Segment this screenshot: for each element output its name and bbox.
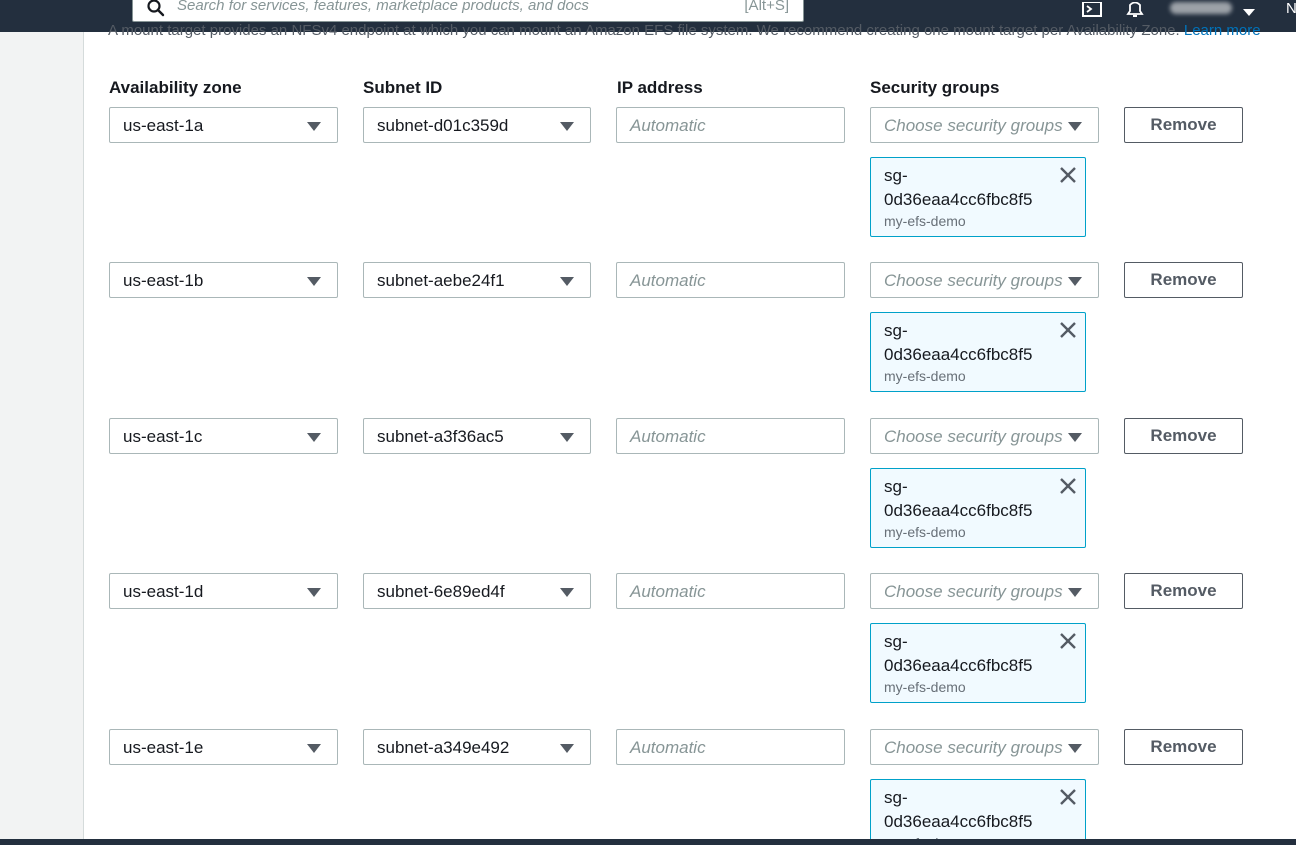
subnet-id-select[interactable]: subnet-6e89ed4f	[363, 573, 591, 609]
ip-address-placeholder: Automatic	[630, 116, 706, 135]
security-groups-select[interactable]: Choose security groups	[870, 418, 1099, 454]
ip-address-placeholder: Automatic	[630, 271, 706, 290]
close-icon[interactable]	[1059, 632, 1077, 655]
subnet-id-header: Subnet ID	[363, 78, 443, 97]
close-icon[interactable]	[1059, 166, 1077, 189]
subnet-id-value: subnet-a349e492	[377, 738, 510, 757]
caret-down-icon	[307, 277, 321, 286]
caret-down-icon[interactable]	[1243, 4, 1255, 22]
caret-down-icon	[1068, 588, 1082, 597]
security-group-id: sg- 0d36eaa4cc6fbc8f5	[884, 632, 1033, 675]
remove-button[interactable]: Remove	[1124, 418, 1243, 454]
ip-address-input[interactable]: Automatic	[616, 418, 845, 454]
caret-down-icon	[560, 277, 574, 286]
caret-down-icon	[1068, 277, 1082, 286]
security-groups-select[interactable]: Choose security groups	[870, 107, 1099, 143]
description-text: A mount target provides an NFSv4 endpoin…	[108, 22, 1180, 39]
availability-zone-select[interactable]: us-east-1c	[109, 418, 338, 454]
subnet-id-select[interactable]: subnet-a349e492	[363, 729, 591, 765]
account-menu[interactable]	[1170, 2, 1232, 14]
search-placeholder: Search for services, features, marketpla…	[177, 0, 589, 14]
security-groups-placeholder: Choose security groups	[884, 738, 1063, 757]
security-group-name: my-efs-demo	[884, 213, 966, 229]
subnet-id-select[interactable]: subnet-aebe24f1	[363, 262, 591, 298]
search-shortcut-hint: [Alt+S]	[744, 0, 789, 14]
ip-address-input[interactable]: Automatic	[616, 573, 845, 609]
subnet-id-value: subnet-a3f36ac5	[377, 427, 504, 446]
security-group-token: sg-0d36eaa4cc6fbc8f5 my-efs-demo	[870, 312, 1086, 392]
cloudshell-icon[interactable]	[1082, 1, 1102, 23]
security-groups-select[interactable]: Choose security groups	[870, 573, 1099, 609]
subnet-id-value: subnet-6e89ed4f	[377, 582, 505, 601]
ip-address-input[interactable]: Automatic	[616, 729, 845, 765]
bell-icon[interactable]	[1125, 1, 1145, 23]
bottom-bar	[0, 839, 1296, 845]
caret-down-icon	[560, 122, 574, 131]
search-icon	[147, 0, 165, 22]
availability-zone-value: us-east-1c	[123, 427, 203, 446]
ip-address-placeholder: Automatic	[630, 738, 706, 757]
availability-zone-value: us-east-1a	[123, 116, 204, 135]
security-group-id: sg- 0d36eaa4cc6fbc8f5	[884, 477, 1033, 520]
availability-zone-select[interactable]: us-east-1b	[109, 262, 338, 298]
availability-zone-header: Availability zone	[109, 78, 242, 97]
caret-down-icon	[307, 433, 321, 442]
security-group-token: sg-0d36eaa4cc6fbc8f5 my-efs-demo	[870, 157, 1086, 237]
close-icon[interactable]	[1059, 321, 1077, 344]
security-groups-select[interactable]: Choose security groups	[870, 729, 1099, 765]
learn-more-link[interactable]: Learn more	[1184, 22, 1261, 39]
region-menu[interactable]: N	[1286, 0, 1296, 17]
ip-address-placeholder: Automatic	[630, 582, 706, 601]
remove-button[interactable]: Remove	[1124, 262, 1243, 298]
ip-address-input[interactable]: Automatic	[616, 262, 845, 298]
caret-down-icon	[307, 744, 321, 753]
subnet-id-select[interactable]: subnet-a3f36ac5	[363, 418, 591, 454]
caret-down-icon	[1068, 744, 1082, 753]
caret-down-icon	[1068, 122, 1082, 131]
subnet-id-value: subnet-aebe24f1	[377, 271, 505, 290]
remove-button[interactable]: Remove	[1124, 729, 1243, 765]
security-group-name: my-efs-demo	[884, 524, 966, 540]
caret-down-icon	[560, 588, 574, 597]
security-groups-select[interactable]: Choose security groups	[870, 262, 1099, 298]
security-groups-header: Security groups	[870, 78, 1000, 97]
caret-down-icon	[307, 588, 321, 597]
security-group-name: my-efs-demo	[884, 679, 966, 695]
caret-down-icon	[307, 122, 321, 131]
caret-down-icon	[560, 744, 574, 753]
caret-down-icon	[1068, 433, 1082, 442]
caret-down-icon	[560, 433, 574, 442]
security-group-id: sg- 0d36eaa4cc6fbc8f5	[884, 166, 1033, 209]
availability-zone-value: us-east-1b	[123, 271, 204, 290]
availability-zone-value: us-east-1e	[123, 738, 204, 757]
ip-address-placeholder: Automatic	[630, 427, 706, 446]
availability-zone-select[interactable]: us-east-1d	[109, 573, 338, 609]
close-icon[interactable]	[1059, 788, 1077, 811]
security-groups-placeholder: Choose security groups	[884, 427, 1063, 446]
subnet-id-select[interactable]: subnet-d01c359d	[363, 107, 591, 143]
mount-targets-description: A mount target provides an NFSv4 endpoin…	[108, 22, 1261, 40]
ip-address-input[interactable]: Automatic	[616, 107, 845, 143]
security-groups-placeholder: Choose security groups	[884, 116, 1063, 135]
close-icon[interactable]	[1059, 477, 1077, 500]
remove-button[interactable]: Remove	[1124, 573, 1243, 609]
security-group-token: sg-0d36eaa4cc6fbc8f5 my-efs-demo	[870, 779, 1086, 841]
availability-zone-select[interactable]: us-east-1e	[109, 729, 338, 765]
security-group-id: sg- 0d36eaa4cc6fbc8f5	[884, 321, 1033, 364]
security-group-token: sg-0d36eaa4cc6fbc8f5 my-efs-demo	[870, 468, 1086, 548]
subnet-id-value: subnet-d01c359d	[377, 116, 509, 135]
ip-address-header: IP address	[617, 78, 703, 97]
security-group-id: sg- 0d36eaa4cc6fbc8f5	[884, 788, 1033, 831]
availability-zone-select[interactable]: us-east-1a	[109, 107, 338, 143]
security-group-token: sg-0d36eaa4cc6fbc8f5 my-efs-demo	[870, 623, 1086, 703]
navigation-sidebar	[0, 32, 84, 840]
availability-zone-value: us-east-1d	[123, 582, 204, 601]
security-group-name: my-efs-demo	[884, 368, 966, 384]
security-groups-placeholder: Choose security groups	[884, 582, 1063, 601]
global-search-box[interactable]: Search for services, features, marketpla…	[132, 0, 804, 22]
remove-button[interactable]: Remove	[1124, 107, 1243, 143]
security-groups-placeholder: Choose security groups	[884, 271, 1063, 290]
